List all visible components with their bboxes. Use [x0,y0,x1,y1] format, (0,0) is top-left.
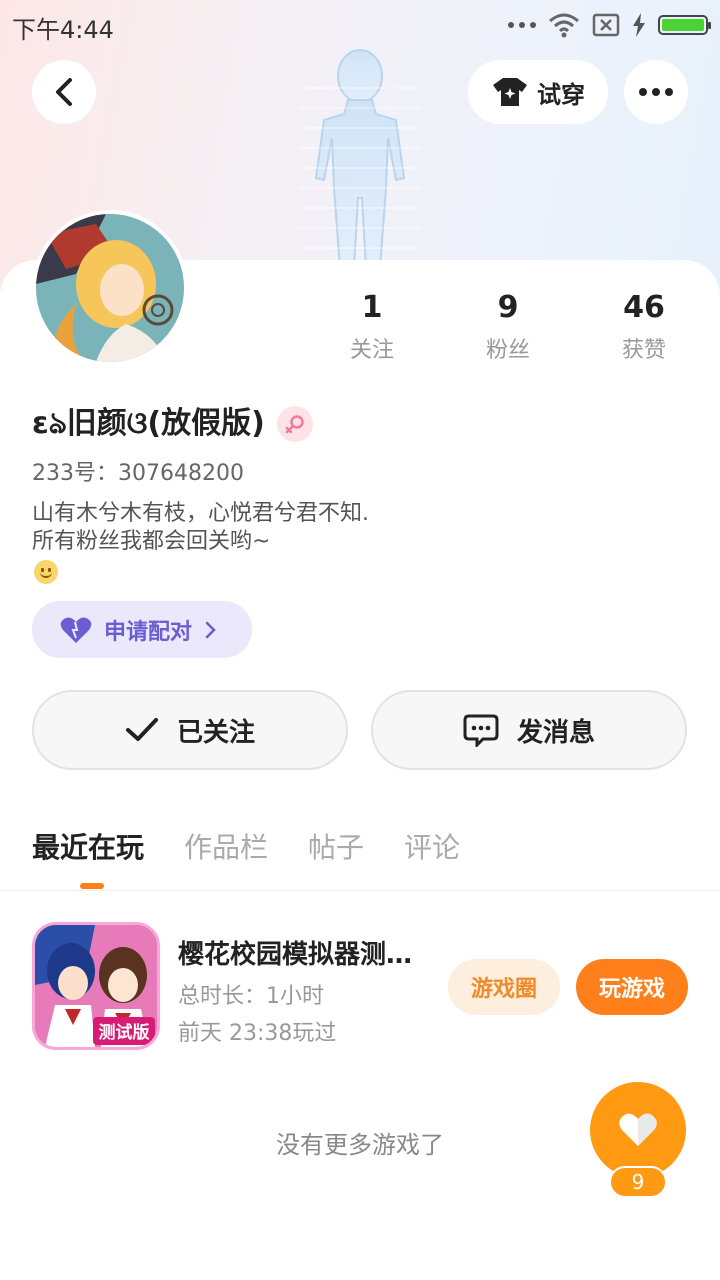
heart-icon [619,1113,657,1146]
pair-label: 申请配对 [104,619,193,645]
avatar-figure-illustration [300,49,420,268]
sim-disabled-icon [592,13,620,37]
chat-bubble-icon [463,714,499,747]
smile-emoji-icon [34,560,58,584]
stat-value: 1 [361,290,383,325]
tabs-divider [0,890,720,891]
profile-tabs: 最近在玩 作品栏 帖子 评论 [32,826,460,870]
female-gender-icon [276,406,313,442]
stat-label: 关注 [349,338,394,363]
game-name: 樱花校园模拟器测试版 [178,940,428,970]
following-button[interactable]: 已关注 [32,690,348,770]
game-icon-badge: 测试版 [99,1022,150,1043]
stat-label: 粉丝 [485,338,530,363]
wifi-icon [549,13,579,38]
signal-dots-icon [508,22,536,28]
check-icon [125,718,158,741]
try-on-label: 试穿 [537,80,585,109]
message-label: 发消息 [516,717,595,748]
tab-comments[interactable]: 评论 [404,826,460,870]
user-id: 233号：307648200 [32,461,244,486]
heart-icon [60,617,92,643]
try-on-button[interactable]: 试穿 [468,60,608,124]
stat-label: 获赞 [621,338,666,363]
request-pairing-button[interactable]: 申请配对 [32,601,252,658]
like-count-badge: 9 [609,1166,667,1198]
game-duration: 总时长：1小时 [178,984,324,1009]
chevron-right-icon [205,621,216,638]
following-label: 已关注 [176,717,255,748]
game-circle-button[interactable]: 游戏圈 [448,959,560,1015]
stat-value: 46 [623,290,665,325]
list-item[interactable]: 测试版 樱花校园模拟器测试版 总时长：1小时 前天 23:38玩过 游戏圈 玩游… [32,922,688,1052]
status-time: 下午4:44 [12,16,114,44]
status-icons [508,10,711,40]
bio-line: 山有木兮木有枝，心悦君兮君不知. [32,501,369,526]
bio: 山有木兮木有枝，心悦君兮君不知. 所有粉丝我都会回关哟~ [32,500,369,556]
play-game-button[interactable]: 玩游戏 [576,959,688,1015]
nickname-row: ɛঌ旧颜ଓ(放假版) [32,398,313,450]
stat-followers[interactable]: 9 粉丝 [440,288,576,364]
like-button[interactable] [590,1082,686,1178]
profile-stats: 1 关注 9 粉丝 46 获赞 [304,288,712,364]
stat-value: 9 [497,290,519,325]
status-bar: 下午4:44 [0,0,720,50]
send-message-button[interactable]: 发消息 [371,690,687,770]
game-last-played: 前天 23:38玩过 [178,1021,337,1046]
more-options-button[interactable] [624,60,688,124]
tab-posts[interactable]: 帖子 [308,826,364,870]
chevron-left-icon [56,78,72,106]
stat-likes[interactable]: 46 获赞 [576,288,712,364]
game-icon: 测试版 [32,922,160,1050]
charging-icon [633,13,645,37]
more-dots-icon [639,88,673,96]
avatar[interactable] [32,210,188,366]
battery-icon [658,15,711,35]
stat-following[interactable]: 1 关注 [304,288,440,364]
tab-works[interactable]: 作品栏 [184,826,268,870]
nickname: ɛঌ旧颜ଓ(放假版) [32,406,265,441]
back-button[interactable] [32,60,96,124]
tshirt-icon [493,78,527,106]
bio-line: 所有粉丝我都会回关哟~ [32,529,271,554]
avatar-illustration [36,214,184,362]
active-tab-indicator [80,883,104,889]
tab-recently-played[interactable]: 最近在玩 [32,826,144,870]
